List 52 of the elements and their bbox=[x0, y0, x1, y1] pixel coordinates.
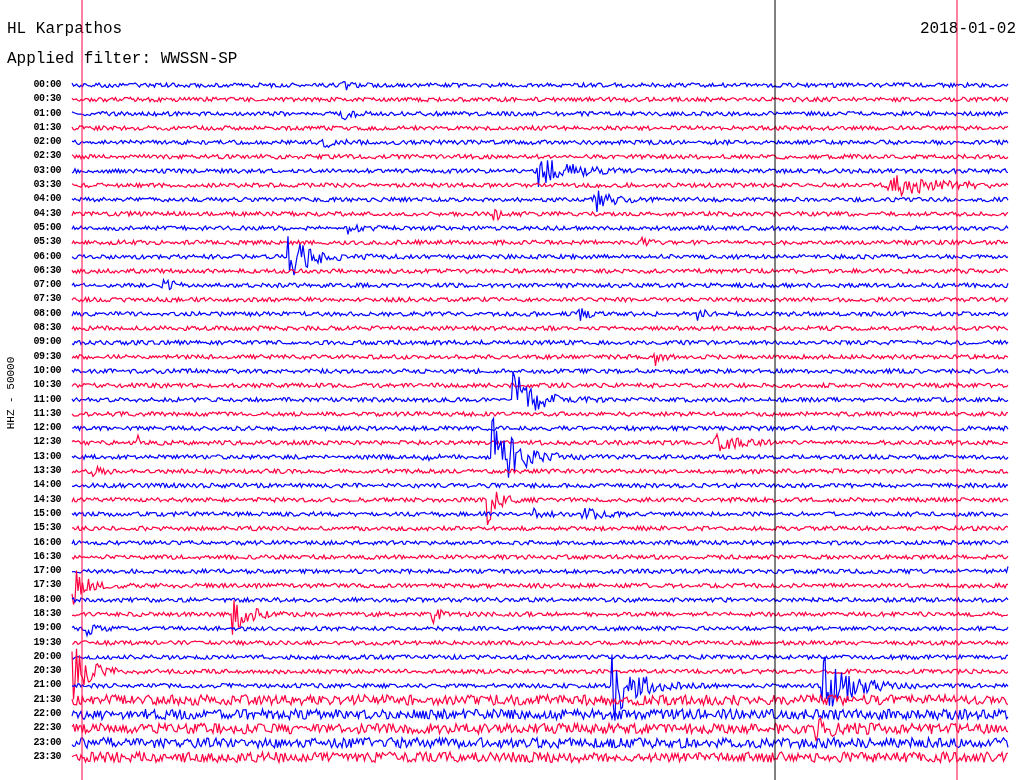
time-label: 02:30 bbox=[33, 149, 62, 164]
time-label: 23:00 bbox=[33, 735, 62, 750]
channel-label: HHZ - 50000 bbox=[5, 356, 17, 430]
time-label: 21:30 bbox=[33, 692, 62, 707]
time-label: 01:00 bbox=[33, 106, 62, 121]
time-label: 23:30 bbox=[33, 749, 62, 764]
time-label: 02:00 bbox=[33, 135, 62, 150]
time-label: 12:30 bbox=[33, 435, 62, 450]
time-label: 05:30 bbox=[33, 235, 62, 250]
time-label: 00:00 bbox=[33, 78, 62, 92]
time-label: 15:00 bbox=[33, 506, 62, 521]
time-label: 20:00 bbox=[33, 649, 62, 664]
time-label: 10:30 bbox=[33, 378, 62, 393]
time-label: 19:00 bbox=[33, 621, 62, 636]
time-label: 01:30 bbox=[33, 120, 62, 135]
time-label: 10:00 bbox=[33, 363, 62, 378]
time-label: 15:30 bbox=[33, 521, 62, 536]
time-label: 16:30 bbox=[33, 549, 62, 564]
time-label: 20:30 bbox=[33, 664, 62, 679]
time-label: 03:00 bbox=[33, 163, 62, 178]
time-label: 22:30 bbox=[33, 721, 62, 736]
time-label: 19:30 bbox=[33, 635, 62, 650]
time-label: 14:00 bbox=[33, 478, 62, 493]
time-label: 06:30 bbox=[33, 263, 62, 278]
time-label: 14:30 bbox=[33, 492, 62, 507]
time-label: 05:00 bbox=[33, 220, 62, 235]
time-label: 17:30 bbox=[33, 578, 62, 593]
time-label: 18:30 bbox=[33, 607, 62, 621]
time-label: 22:00 bbox=[33, 707, 62, 722]
time-label: 21:00 bbox=[33, 678, 62, 693]
time-label: 11:30 bbox=[33, 406, 62, 421]
time-label: 12:00 bbox=[33, 421, 62, 436]
time-label: 16:00 bbox=[33, 535, 62, 550]
time-label: 04:30 bbox=[33, 206, 62, 221]
time-label: 13:00 bbox=[33, 449, 62, 464]
time-label: 07:00 bbox=[33, 278, 62, 293]
time-label: 17:00 bbox=[33, 564, 62, 579]
time-label: 03:30 bbox=[33, 178, 62, 193]
time-label: 07:30 bbox=[33, 292, 62, 307]
time-label: 11:00 bbox=[33, 392, 62, 407]
time-label: 00:30 bbox=[33, 92, 62, 107]
station-name: HL Karpathos bbox=[7, 20, 123, 40]
plot-date: 2018-01-02 bbox=[920, 20, 1016, 40]
time-label: 08:30 bbox=[33, 321, 62, 336]
time-label: 09:30 bbox=[33, 349, 62, 364]
time-label: 13:30 bbox=[33, 464, 62, 478]
time-label: 06:00 bbox=[33, 249, 62, 264]
time-label: 08:00 bbox=[33, 306, 62, 321]
time-label: 18:00 bbox=[33, 592, 62, 607]
time-label: 09:00 bbox=[33, 335, 62, 350]
filter-label: Applied filter: WWSSN-SP bbox=[6, 49, 239, 70]
time-label: 04:00 bbox=[33, 192, 62, 207]
